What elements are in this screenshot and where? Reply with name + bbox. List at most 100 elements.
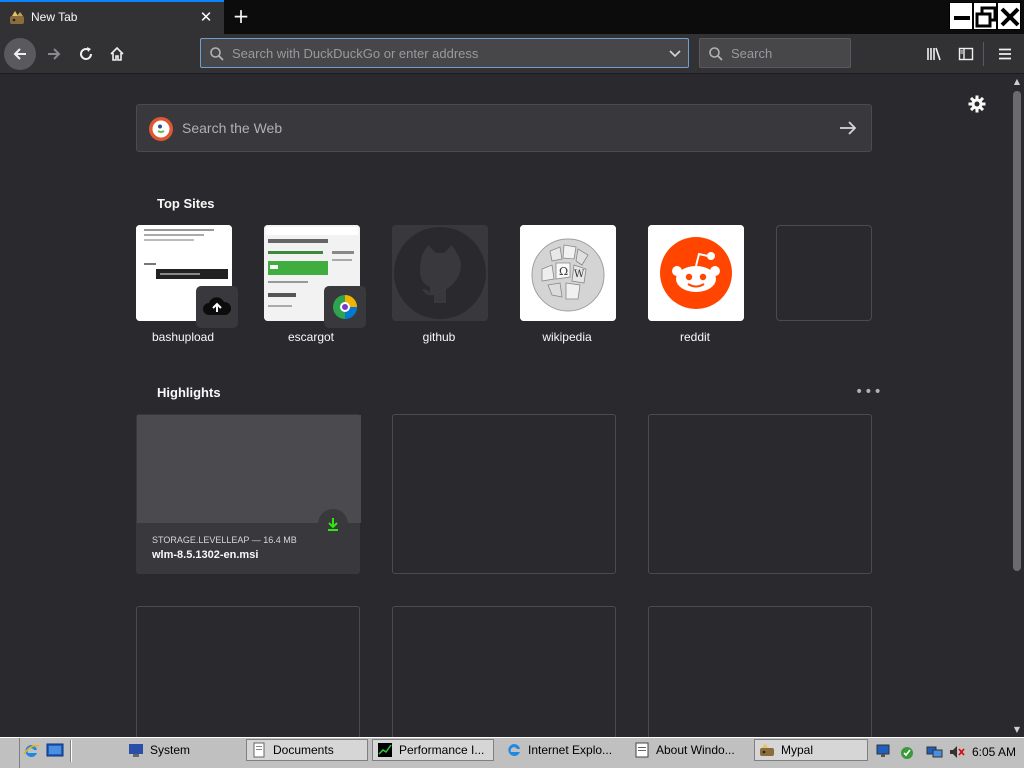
taskbar-item-label: About Windo...	[656, 743, 735, 757]
taskbar-item[interactable]: System	[124, 739, 238, 761]
library-button[interactable]	[918, 38, 950, 70]
duckduckgo-icon	[149, 117, 173, 141]
window-close-button[interactable]	[997, 2, 1021, 30]
github-icon	[392, 225, 488, 321]
toolbar-divider	[983, 42, 984, 66]
svg-text:W: W	[574, 269, 585, 280]
gear-icon[interactable]	[968, 95, 986, 113]
download-icon	[318, 509, 348, 539]
taskbar-item-label: Internet Explo...	[528, 743, 613, 757]
tab-new-tab[interactable]: New Tab ✕	[0, 0, 224, 34]
search-box[interactable]: Search	[699, 38, 851, 68]
forward-button[interactable]	[38, 38, 70, 70]
start-button[interactable]	[0, 738, 20, 768]
new-tab-plus-icon[interactable]: +	[229, 4, 253, 28]
window-restore-button[interactable]	[973, 2, 997, 30]
top-site-label: reddit	[679, 330, 711, 344]
more-options-icon[interactable]: •••	[855, 384, 883, 400]
clock[interactable]: 6:05 AM	[972, 745, 1016, 759]
show-desktop-icon[interactable]	[46, 742, 64, 760]
system-icon	[129, 744, 143, 757]
internet-explorer-icon	[508, 743, 520, 756]
highlight-card-empty	[392, 606, 616, 737]
top-site-tile-empty[interactable]	[776, 225, 872, 321]
top-site-label: bashupload	[151, 330, 215, 344]
top-site-label: escargot	[287, 330, 335, 344]
hamburger-menu-icon	[999, 48, 1011, 60]
tab-close-icon[interactable]: ✕	[196, 7, 216, 27]
tab-bar: New Tab ✕ +	[0, 0, 1024, 34]
newtab-page: Search the Web Top Sites bashupload esca…	[0, 75, 1010, 737]
taskbar-divider	[70, 740, 72, 762]
highlight-card-empty	[136, 606, 360, 737]
highlight-preview	[137, 415, 361, 523]
menu-button[interactable]	[989, 38, 1021, 70]
taskbar-item[interactable]: About Windo...	[630, 739, 744, 761]
cloud-upload-icon	[196, 286, 238, 328]
arrow-right-icon[interactable]	[839, 120, 857, 136]
highlight-card[interactable]: STORAGE.LEVELLEAP — 16.4 MB wlm-8.5.1302…	[136, 414, 361, 574]
mypal-icon	[10, 11, 24, 24]
taskbar-item-label: System	[150, 743, 191, 757]
taskbar-item[interactable]: Internet Explo...	[502, 739, 624, 761]
chevron-down-icon[interactable]	[668, 47, 682, 61]
address-bar-placeholder: Search with DuckDuckGo or enter address	[232, 46, 479, 61]
home-button[interactable]	[101, 38, 133, 70]
reload-icon	[80, 47, 93, 60]
notepad-icon	[635, 742, 649, 758]
taskbar-item[interactable]: Mypal	[754, 739, 868, 761]
mypal-icon	[760, 743, 774, 756]
reload-button[interactable]	[70, 38, 102, 70]
documents-icon	[253, 742, 265, 758]
highlight-card-empty	[392, 414, 616, 574]
search-icon	[709, 47, 723, 61]
search-icon	[210, 47, 224, 61]
svg-text:Ω: Ω	[559, 265, 568, 278]
top-site-tile[interactable]	[392, 225, 488, 321]
vertical-scrollbar[interactable]: ▲ ▼	[1010, 75, 1024, 737]
wikipedia-globe-icon: Ω W	[520, 225, 616, 321]
minimize-icon	[954, 16, 970, 20]
security-shield-icon[interactable]	[898, 744, 916, 760]
top-site-tile[interactable]	[648, 225, 744, 321]
highlights-heading: Highlights	[157, 385, 221, 400]
taskbar-item-label: Mypal	[781, 743, 814, 757]
highlight-card-empty	[648, 414, 872, 574]
sidebar-button[interactable]	[950, 38, 982, 70]
taskbar-item-label: Performance I...	[399, 743, 485, 757]
top-sites-heading: Top Sites	[157, 196, 215, 211]
performance-icon	[378, 743, 392, 757]
sidebar-icon	[958, 47, 974, 61]
library-icon	[927, 47, 941, 61]
close-icon	[1000, 7, 1020, 27]
top-site-label: wikipedia	[542, 330, 592, 344]
top-site-label: github	[422, 330, 456, 344]
restore-icon	[975, 6, 997, 28]
escargot-icon	[324, 286, 366, 328]
highlight-source: STORAGE.LEVELLEAP — 16.4 MB	[152, 535, 297, 545]
network-monitor-icon[interactable]	[876, 744, 894, 760]
back-button[interactable]	[4, 38, 36, 70]
scrollbar-thumb[interactable]	[1013, 91, 1021, 571]
speaker-muted-icon[interactable]	[948, 744, 966, 760]
network-icon[interactable]	[926, 744, 944, 760]
reddit-icon	[648, 225, 744, 321]
arrow-right-icon	[48, 48, 61, 60]
address-bar[interactable]: Search with DuckDuckGo or enter address	[200, 38, 689, 68]
internet-explorer-icon[interactable]	[22, 742, 40, 760]
home-icon	[110, 46, 124, 61]
arrow-left-icon	[13, 48, 26, 60]
web-search-placeholder: Search the Web	[182, 120, 283, 136]
highlight-card-empty	[648, 606, 872, 737]
highlight-filename: wlm-8.5.1302-en.msi	[152, 549, 259, 561]
scroll-down-icon[interactable]: ▼	[1012, 725, 1022, 735]
web-search-field[interactable]: Search the Web	[136, 104, 872, 152]
window-minimize-button[interactable]	[949, 2, 973, 30]
taskbar-item-label: Documents	[273, 743, 334, 757]
search-box-placeholder: Search	[731, 46, 773, 61]
top-site-tile[interactable]: Ω W	[520, 225, 616, 321]
taskbar-item[interactable]: Documents	[246, 739, 368, 761]
screen: New Tab ✕ + Search with DuckDuckGo or en…	[0, 0, 1024, 768]
scroll-up-icon[interactable]: ▲	[1012, 77, 1022, 87]
taskbar-item[interactable]: Performance I...	[372, 739, 494, 761]
